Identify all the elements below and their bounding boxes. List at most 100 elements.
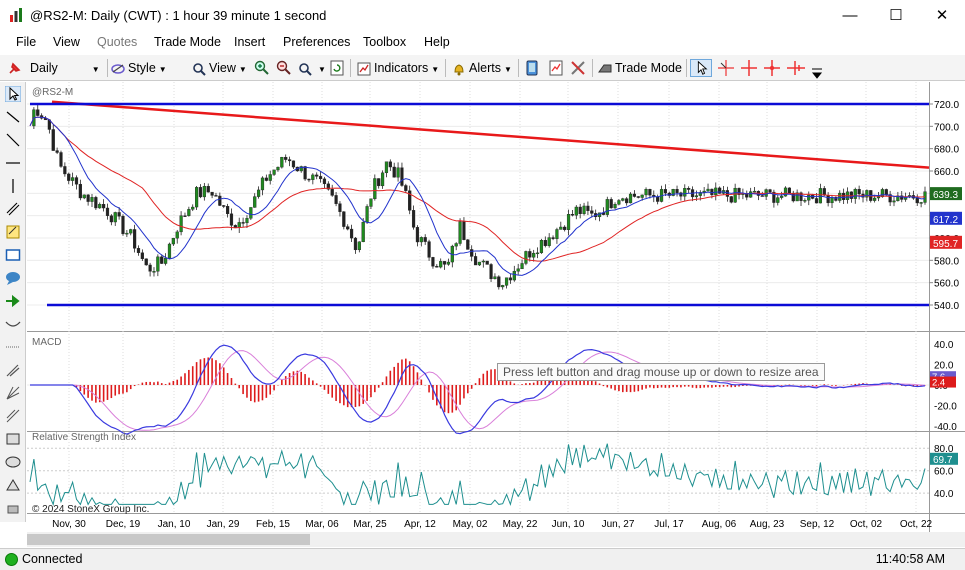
crosshair-icon[interactable] [717,59,735,77]
candle-body [400,167,404,186]
menu-trade-mode[interactable]: Trade Mode [154,35,221,49]
scrollbar-thumb[interactable] [27,534,310,545]
candle-body [133,229,137,249]
ellipse-tool-icon[interactable] [5,454,21,470]
menu-toolbox[interactable]: Toolbox [363,35,406,49]
candle-body [574,206,578,216]
candle-body [256,189,261,197]
candle-body [392,166,396,178]
candle-body [334,195,338,204]
channel-tool-icon[interactable] [5,201,21,217]
callout-icon[interactable] [5,270,21,286]
price-pane[interactable] [27,82,929,330]
horizontal-scrollbar[interactable] [27,532,965,547]
trade-mode-button[interactable]: Trade Mode [598,59,682,77]
crosshair-line-icon[interactable] [786,59,806,77]
rsi-pane[interactable] [27,432,929,527]
menu-help[interactable]: Help [424,35,450,49]
price-tick-label: 660.0 [934,167,959,178]
view-dropdown[interactable]: View ▼ [192,59,247,77]
macd-pane[interactable] [27,333,929,430]
candle-body [609,199,613,209]
alerts-label: Alerts [469,61,501,75]
menu-file[interactable]: File [16,35,36,49]
overflow-icon[interactable] [810,65,824,83]
style-dropdown[interactable]: Style ▼ [111,59,167,77]
zoom-out-icon[interactable] [276,59,292,77]
app-icon [10,8,22,22]
candle-body [346,226,350,230]
arrow-tool-icon[interactable] [5,293,21,309]
menu-view[interactable]: View [53,35,80,49]
tools-icon[interactable] [570,59,586,77]
time-tick-label: Jan, 29 [207,519,240,530]
crosshair-plus-icon[interactable] [740,59,758,77]
gann-fan-icon[interactable] [5,385,21,401]
note-tool-icon[interactable] [5,224,21,240]
candle-body [873,197,877,201]
view-label: View [209,61,236,75]
chart-canvas[interactable]: 40.020.00.0-20.0-40.07.62.4 80.060.040.0… [27,82,965,532]
grid-dots-icon[interactable] [5,339,21,355]
ray-tool-icon[interactable] [5,132,21,148]
minimize-button[interactable]: — [827,0,873,31]
candle-body [578,206,582,215]
arc-tool-icon[interactable] [5,316,21,332]
candle-body [241,222,245,224]
time-tick-label: Apr, 12 [404,519,436,530]
candle-body [613,204,617,209]
menu-insert[interactable]: Insert [234,35,265,49]
candle-body [706,188,710,192]
menu-bar: File View Quotes Trade Mode Insert Prefe… [0,32,965,54]
tablet-icon[interactable] [524,59,540,77]
candle-body [504,277,509,286]
title-bar: @RS2-M: Daily (CWT) : 1 hour 39 minute 1… [0,0,965,31]
cursor-icon[interactable] [690,59,712,77]
candle-body [222,205,226,207]
vertical-line-icon[interactable] [5,178,21,194]
candle-body [105,207,110,216]
candle-body [524,251,528,264]
fibonacci-icon[interactable] [5,408,21,424]
candle-body [446,261,451,265]
candle-body [842,192,846,200]
refresh-icon[interactable] [330,59,344,77]
triangle-tool-icon[interactable] [5,477,21,493]
text-box-icon[interactable] [5,247,21,263]
candle-body [830,197,834,204]
candle-body [121,216,125,235]
candle-body [311,174,315,180]
price-tick-label: 580.0 [934,256,959,267]
candle-body [148,264,152,272]
chart-tablet-icon[interactable] [548,59,564,77]
indicators-dropdown[interactable]: Indicators ▼ [357,59,439,77]
window-title: @RS2-M: Daily (CWT) : 1 hour 39 minute 1… [30,8,327,23]
trendline-tool-icon[interactable] [5,109,21,125]
candle-body [218,195,222,206]
eraser-tool-icon[interactable] [5,500,21,516]
candle-body [493,276,497,280]
candle-body [291,160,296,168]
menu-quotes[interactable]: Quotes [97,35,137,49]
candle-body [776,197,780,203]
horizontal-line-icon[interactable] [5,155,21,171]
maximize-button[interactable]: ☐ [873,0,919,31]
candle-body [322,178,327,185]
candle-body [260,177,265,191]
candle-body [694,195,699,198]
trade-mode-icon [598,64,612,73]
interval-dropdown[interactable]: Daily ▼ [7,59,100,77]
chart-area[interactable]: 40.020.00.0-20.0-40.07.62.4 80.060.040.0… [27,82,965,532]
pointer-tool-icon[interactable] [5,86,21,102]
close-button[interactable]: ✕ [919,0,965,31]
rectangle-tool-icon[interactable] [5,431,21,447]
pitchfork-icon[interactable] [5,362,21,378]
zoom-dropdown[interactable]: ▼ [298,59,326,77]
bell-icon [454,64,464,76]
time-tick-label: Jun, 10 [552,519,585,530]
crosshair-dot-icon[interactable] [763,59,781,77]
alerts-dropdown[interactable]: Alerts ▼ [452,59,512,77]
candle-body [349,228,354,239]
menu-preferences[interactable]: Preferences [283,35,350,49]
zoom-in-icon[interactable] [254,59,270,77]
